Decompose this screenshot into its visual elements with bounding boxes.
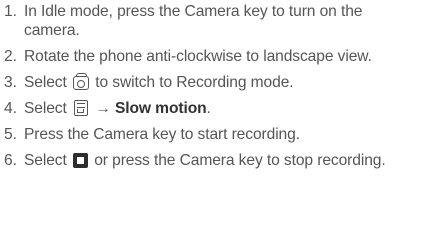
- step-number: 3.: [4, 74, 17, 91]
- manual-page: 1. In Idle mode, press the Camera key to…: [0, 0, 422, 244]
- step-1: 1. In Idle mode, press the Camera key to…: [0, 2, 414, 40]
- step-number: 4.: [4, 100, 17, 117]
- step-text-end: .: [206, 100, 211, 117]
- stop-icon: [72, 153, 88, 168]
- step-text-before: Select: [24, 100, 67, 117]
- step-2: 2. Rotate the phone anti-clockwise to la…: [0, 47, 414, 66]
- step-number: 1.: [4, 3, 17, 20]
- step-text: Rotate the phone anti-clockwise to lands…: [24, 48, 372, 65]
- menu-option-label: Slow motion: [114, 100, 207, 117]
- step-3: 3. Select to switch to Recording mode.: [0, 73, 414, 92]
- step-text-before: Select: [24, 152, 67, 169]
- step-5: 5. Press the Camera key to start recordi…: [0, 125, 414, 144]
- step-text-after: or press the Camera key to stop recordin…: [94, 152, 386, 169]
- camera-switch-icon: [72, 73, 89, 90]
- arrow-symbol: →: [95, 100, 111, 117]
- step-text-after: to switch to Recording mode.: [95, 74, 294, 91]
- step-text-before: Select: [24, 74, 67, 91]
- step-text: Press the Camera key to start recording.: [24, 126, 300, 143]
- menu-icon: [73, 100, 88, 116]
- step-text: In Idle mode, press the Camera key to tu…: [24, 3, 363, 39]
- step-6: 6. Select or press the Camera key to sto…: [0, 151, 414, 170]
- instruction-steps: 1. In Idle mode, press the Camera key to…: [0, 2, 414, 177]
- step-4: 4. Select → Slow motion.: [0, 99, 414, 118]
- step-number: 6.: [4, 152, 17, 169]
- step-number: 5.: [4, 126, 17, 143]
- step-number: 2.: [4, 48, 17, 65]
